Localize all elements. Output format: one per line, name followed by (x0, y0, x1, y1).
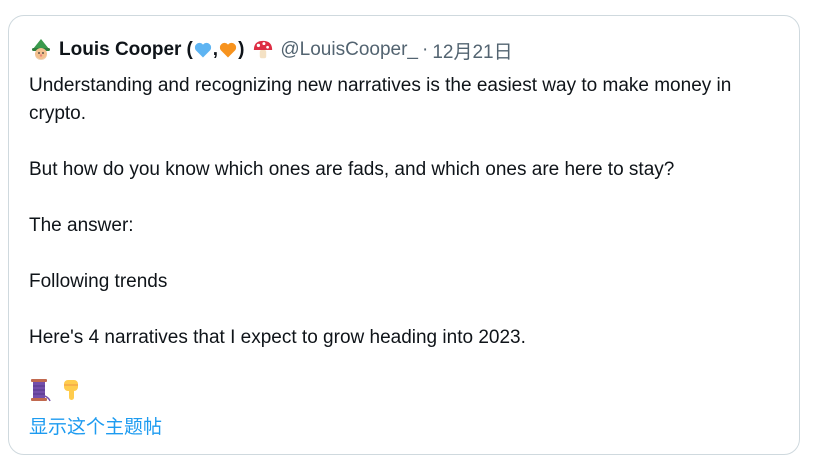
author-handle[interactable]: @LouisCooper_ (280, 39, 418, 61)
blue-heart-icon (194, 42, 211, 58)
thread-spool-icon (31, 379, 51, 402)
orange-heart-icon (219, 42, 237, 58)
tweet-paragraph: Here's 4 narratives that I expect to gro… (29, 327, 526, 348)
show-thread-link[interactable]: 显示这个主题帖 (29, 412, 162, 439)
tweet-date[interactable]: 12月21日 (432, 37, 512, 64)
name-paren-close: ) (238, 39, 245, 60)
meta-separator: · (421, 39, 429, 60)
mushroom-icon (254, 40, 273, 59)
tweet-emoji-row (29, 378, 83, 402)
avatar[interactable] (29, 38, 53, 62)
tweet-paragraph: But how do you know which ones are fads,… (29, 159, 675, 180)
tweet-text: Understanding and recognizing new narrat… (29, 72, 789, 352)
pointing-down-icon (64, 380, 78, 400)
author-name-text: Louis Cooper (59, 39, 182, 60)
tweet-header: Louis Cooper ( , ) @LouisCooper_ · 12月21… (29, 36, 513, 64)
tweet-paragraph: Following trends (29, 271, 168, 292)
tweet-paragraph: Understanding and recognizing new narrat… (29, 75, 732, 124)
author-name[interactable]: Louis Cooper ( , ) (59, 39, 274, 61)
quoted-tweet-card[interactable]: Louis Cooper ( , ) @LouisCooper_ · 12月21… (8, 15, 800, 455)
tweet-paragraph: The answer: (29, 215, 134, 236)
